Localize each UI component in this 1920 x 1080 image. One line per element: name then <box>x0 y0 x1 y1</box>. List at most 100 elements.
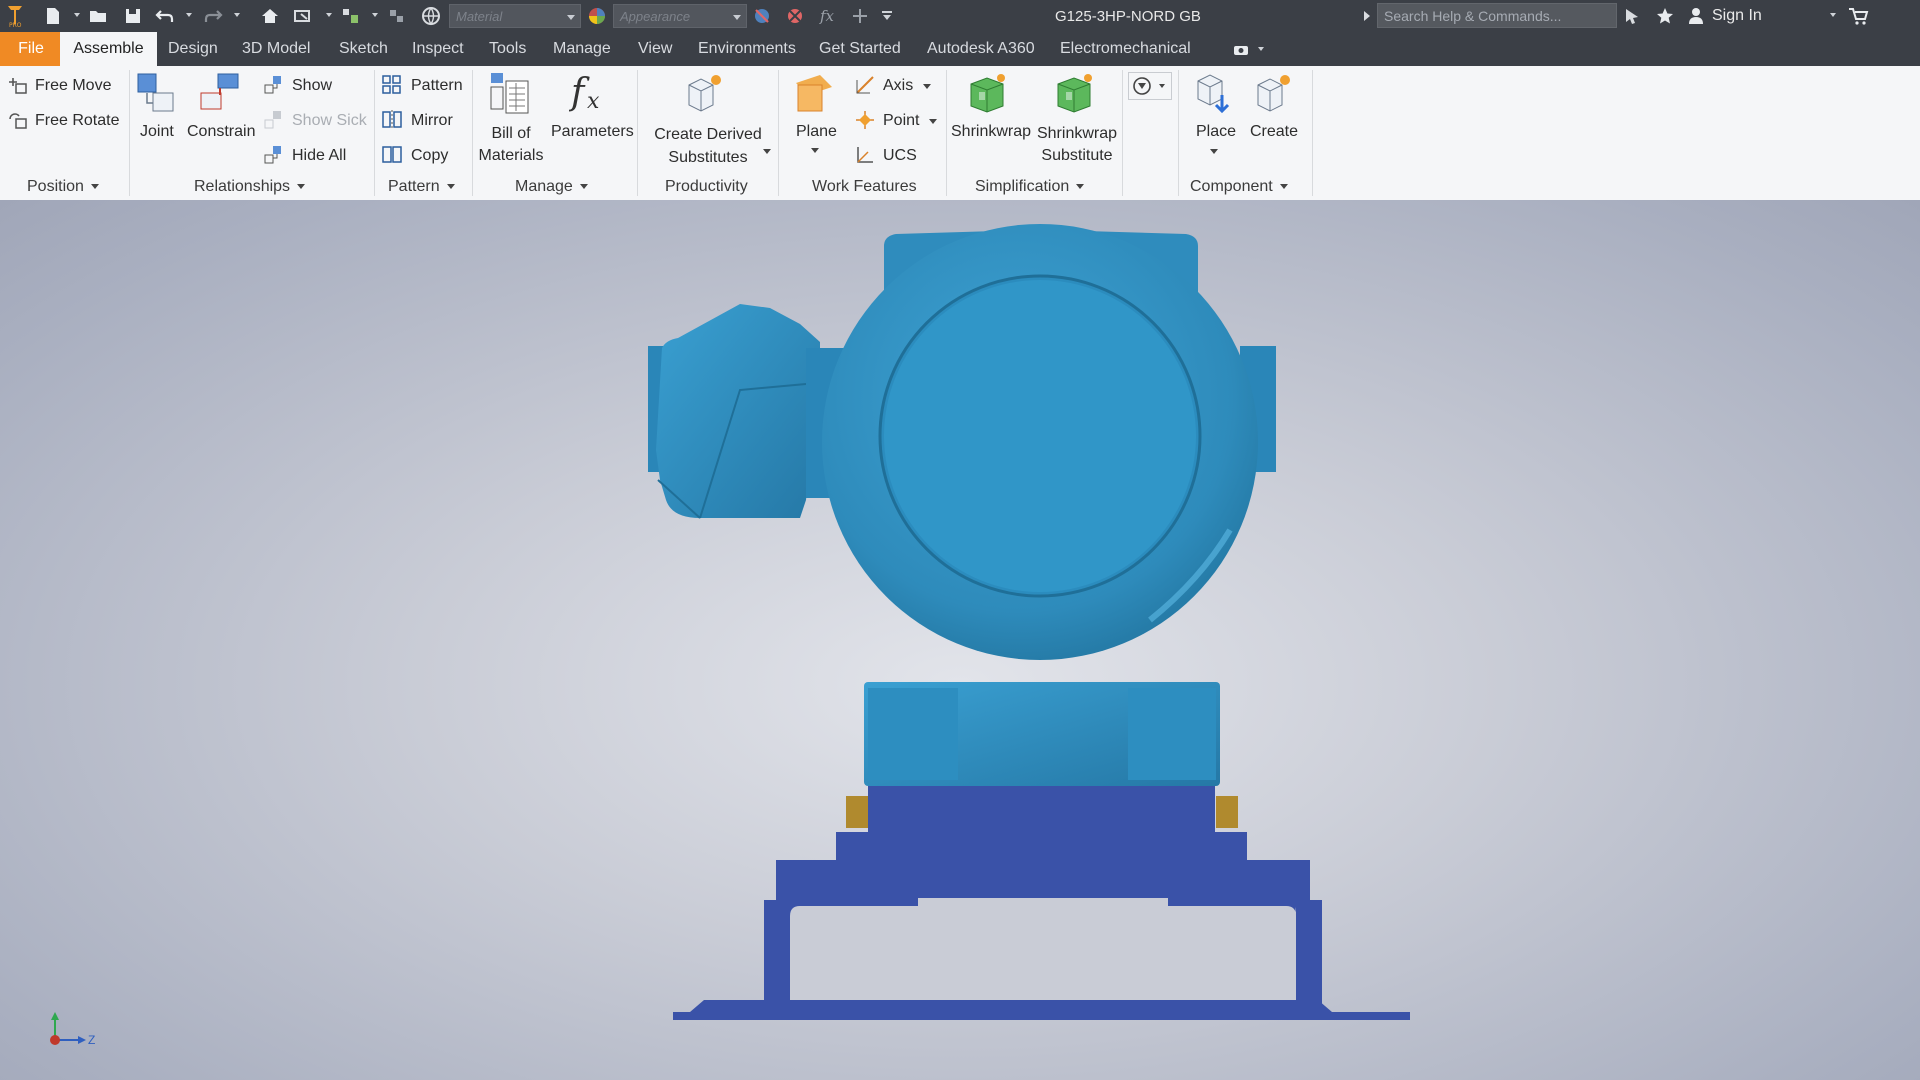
open-folder-icon[interactable] <box>88 5 110 27</box>
panel-separator <box>778 70 779 196</box>
add-plus-icon[interactable] <box>849 5 871 27</box>
update-dropdown-icon[interactable] <box>372 13 378 17</box>
tab-sketch[interactable]: Sketch <box>337 32 390 66</box>
cart-icon[interactable] <box>1848 5 1870 27</box>
web-globe-icon[interactable] <box>420 5 442 27</box>
create-component-button[interactable]: Create <box>1250 123 1298 141</box>
undo-icon[interactable] <box>154 5 176 27</box>
productivity-panel-label: Productivity <box>665 178 748 195</box>
appearance-combo[interactable]: Appearance <box>613 4 747 28</box>
shrinkwrap-button[interactable]: Shrinkwrap <box>951 123 1031 141</box>
shrinkwrap-substitute-label-line1: Shrinkwrap <box>1036 125 1118 142</box>
communication-center-icon[interactable] <box>1622 5 1644 27</box>
joint-button[interactable]: Joint <box>140 123 174 141</box>
simplification-panel-label[interactable]: Simplification <box>975 178 1085 196</box>
point-dropdown-icon[interactable] <box>929 119 937 124</box>
sign-in-link[interactable]: Sign In <box>1712 7 1762 25</box>
new-file-dropdown-icon[interactable] <box>74 13 80 17</box>
ucs-button[interactable]: UCS <box>883 147 917 165</box>
create-derived-substitutes-label-line2: Substitutes <box>668 149 748 166</box>
select-dropdown-icon[interactable] <box>326 13 332 17</box>
user-icon[interactable] <box>1685 5 1707 27</box>
constrain-button[interactable]: Constrain <box>187 123 255 141</box>
shrinkwrap-substitute-button[interactable]: Shrinkwrap Substitute <box>1034 123 1120 167</box>
pattern-panel-label[interactable]: Pattern <box>388 178 455 196</box>
update-icon[interactable] <box>340 5 362 27</box>
parameters-button[interactable]: Parameters <box>551 123 634 141</box>
panel-visibility-camera-icon[interactable] <box>1232 39 1254 61</box>
plane-dropdown-icon[interactable] <box>811 148 819 153</box>
show-icon <box>263 74 285 101</box>
tab-design[interactable]: Design <box>166 32 220 66</box>
customize-qat-icon[interactable] <box>876 5 898 27</box>
manage-panel-label[interactable]: Manage <box>515 178 588 196</box>
bill-of-materials-button[interactable]: Bill of Materials <box>476 123 546 167</box>
create-derived-dropdown-icon[interactable] <box>763 149 771 154</box>
tab-assemble[interactable]: Assemble <box>60 32 157 66</box>
clear-appearance-icon[interactable] <box>785 5 807 27</box>
panel-separator <box>1178 70 1179 196</box>
axis-button[interactable]: Axis <box>883 77 913 95</box>
base-frame-inner-cutout <box>790 898 1296 1000</box>
tab-view[interactable]: View <box>636 32 674 66</box>
material-combo[interactable]: Material <box>449 4 581 28</box>
graphics-viewport[interactable]: Z <box>0 200 1920 1080</box>
motor-assembly-model[interactable] <box>0 200 1920 1080</box>
save-icon[interactable] <box>122 5 144 27</box>
favorites-star-icon[interactable] <box>1654 5 1676 27</box>
pattern-button[interactable]: Pattern <box>411 77 463 95</box>
redo-icon[interactable] <box>202 5 224 27</box>
panel-separator <box>129 70 130 196</box>
tab-electromechanical[interactable]: Electromechanical <box>1058 32 1193 66</box>
mirror-icon <box>381 109 403 136</box>
function-fx-icon[interactable]: fx <box>818 5 840 27</box>
tab-get-started[interactable]: Get Started <box>817 32 903 66</box>
free-move-button[interactable]: Free Move <box>35 77 111 95</box>
tab-tools[interactable]: Tools <box>487 32 528 66</box>
display-filter-dropdown[interactable] <box>1128 72 1172 100</box>
select-icon[interactable] <box>292 5 314 27</box>
tab-inspect[interactable]: Inspect <box>410 32 466 66</box>
panel-separator <box>374 70 375 196</box>
terminal-box[interactable] <box>656 304 846 519</box>
place-dropdown-icon[interactable] <box>1210 149 1218 154</box>
tab-file[interactable]: File <box>0 32 62 66</box>
sign-in-dropdown-icon[interactable] <box>1830 13 1836 17</box>
tab-environments[interactable]: Environments <box>696 32 798 66</box>
mirror-button[interactable]: Mirror <box>411 112 453 130</box>
component-panel-label[interactable]: Component <box>1190 178 1288 196</box>
show-sick-button[interactable]: Show Sick <box>292 112 367 130</box>
axis-dropdown-icon[interactable] <box>923 84 931 89</box>
tab-3d-model[interactable]: 3D Model <box>240 32 312 66</box>
tab-manage[interactable]: Manage <box>551 32 613 66</box>
adjust-appearance-icon[interactable] <box>752 5 774 27</box>
panel-separator <box>1122 70 1123 196</box>
rebuild-icon[interactable] <box>386 5 408 27</box>
inventor-app-icon[interactable]: PRO <box>4 5 26 28</box>
panel-visibility-dropdown-icon[interactable] <box>1258 47 1264 51</box>
search-expand-arrow-icon[interactable] <box>1356 5 1378 27</box>
redo-dropdown-icon[interactable] <box>234 13 240 17</box>
relationships-panel-label[interactable]: Relationships <box>194 178 306 196</box>
plane-button[interactable]: Plane <box>796 123 837 141</box>
point-icon <box>854 109 876 136</box>
undo-dropdown-icon[interactable] <box>186 13 192 17</box>
free-rotate-button[interactable]: Free Rotate <box>35 112 119 130</box>
view-triad[interactable] <box>50 1012 86 1045</box>
motor-lower-housing[interactable] <box>864 682 1220 786</box>
point-button[interactable]: Point <box>883 112 919 130</box>
position-panel-label[interactable]: Position <box>27 178 99 196</box>
motor-body[interactable] <box>822 224 1258 660</box>
new-file-icon[interactable] <box>42 5 64 27</box>
document-title: G125-3HP-NORD GB <box>1055 8 1201 25</box>
place-button[interactable]: Place <box>1196 123 1236 141</box>
search-input[interactable]: Search Help & Commands... <box>1377 3 1617 28</box>
create-derived-substitutes-button[interactable]: Create Derived Substitutes <box>650 123 766 169</box>
hide-all-button[interactable]: Hide All <box>292 147 346 165</box>
copy-button[interactable]: Copy <box>411 147 448 165</box>
show-button[interactable]: Show <box>292 77 332 95</box>
create-derived-substitutes-icon <box>683 71 727 122</box>
work-features-panel-label: Work Features <box>812 178 917 195</box>
tab-autodesk-a360[interactable]: Autodesk A360 <box>925 32 1037 66</box>
home-icon[interactable] <box>259 5 281 27</box>
